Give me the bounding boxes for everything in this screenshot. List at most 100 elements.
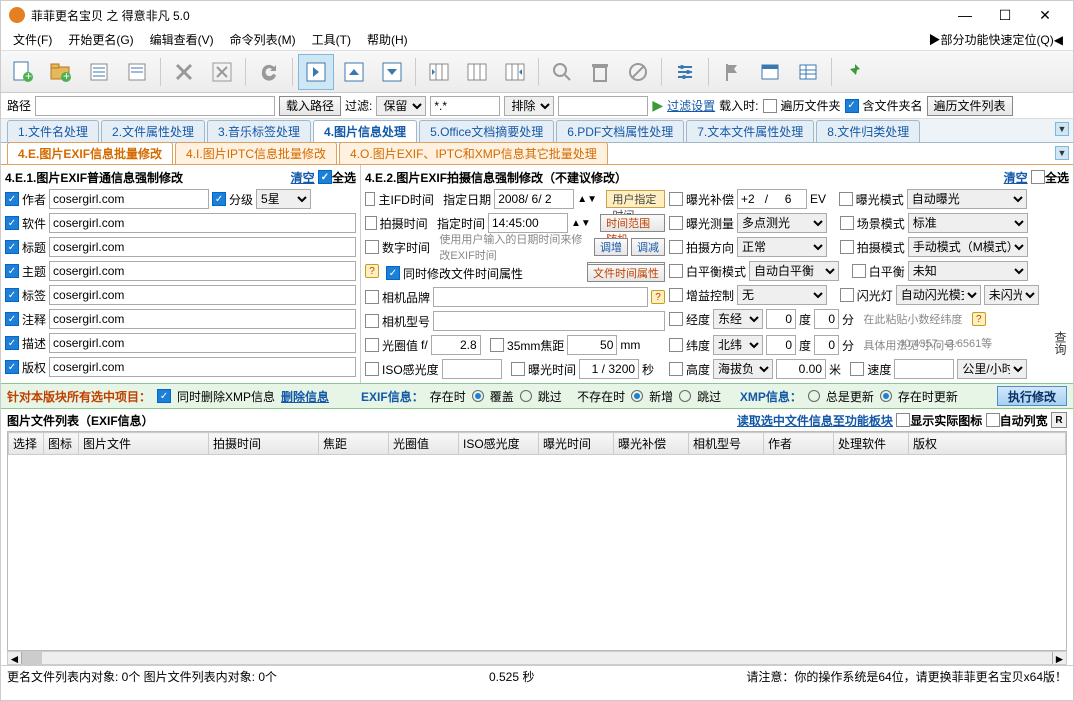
- search-icon[interactable]: [544, 54, 580, 90]
- arrow-right-box-icon[interactable]: [298, 54, 334, 90]
- brand-input[interactable]: [433, 287, 648, 307]
- autowidth-check[interactable]: [986, 413, 1000, 427]
- left-clear[interactable]: 清空: [291, 169, 315, 186]
- menu-start[interactable]: 开始更名(G): [60, 31, 141, 48]
- left-selall-check[interactable]: ✓: [318, 170, 332, 184]
- exclude-input[interactable]: [558, 96, 648, 116]
- add-file-icon[interactable]: +: [5, 54, 41, 90]
- gain-select[interactable]: 无: [737, 285, 827, 305]
- exif-overwrite-radio[interactable]: [472, 390, 484, 402]
- brand-check[interactable]: [365, 290, 379, 304]
- scene-check[interactable]: [840, 216, 854, 230]
- lon-deg-input[interactable]: [766, 309, 796, 329]
- close-button[interactable]: ✕: [1025, 1, 1065, 29]
- meter-check[interactable]: [669, 216, 683, 230]
- menu-tool[interactable]: 工具(T): [304, 31, 359, 48]
- tab-classify[interactable]: 8.文件归类处理: [816, 120, 920, 142]
- inc-button[interactable]: 调增: [594, 238, 628, 256]
- xmp-exist-radio[interactable]: [880, 390, 892, 402]
- col-aperture[interactable]: 光圈值: [389, 433, 459, 455]
- flash-check[interactable]: [840, 288, 854, 302]
- menu-quick-locate[interactable]: ▶部分功能快速定位(Q)◀: [928, 31, 1069, 48]
- expcomp-input[interactable]: [737, 189, 807, 209]
- comment-check[interactable]: ✓: [5, 312, 19, 326]
- alt-input[interactable]: [776, 359, 826, 379]
- tag-input[interactable]: [49, 285, 356, 305]
- tab-office[interactable]: 5.Office文档摘要处理: [419, 120, 554, 142]
- maximize-button[interactable]: ☐: [985, 1, 1025, 29]
- wb-select[interactable]: 未知: [908, 261, 1028, 281]
- list2-icon[interactable]: [119, 54, 155, 90]
- x-box-icon[interactable]: [204, 54, 240, 90]
- tab-image[interactable]: 4.图片信息处理: [313, 120, 417, 142]
- go-icon[interactable]: ▶: [652, 97, 663, 114]
- alt-select[interactable]: 海拔负: [713, 359, 773, 379]
- tab-fileattr[interactable]: 2.文件属性处理: [101, 120, 205, 142]
- col-exp[interactable]: 曝光时间: [539, 433, 614, 455]
- shootmode-check[interactable]: [840, 240, 854, 254]
- col-right-icon[interactable]: [497, 54, 533, 90]
- col-copyright[interactable]: 版权: [909, 433, 1066, 455]
- author-input[interactable]: [49, 189, 209, 209]
- menu-file[interactable]: 文件(F): [5, 31, 60, 48]
- exptime-input[interactable]: [579, 359, 639, 379]
- aperture-input[interactable]: [431, 335, 481, 355]
- gain-check[interactable]: [669, 288, 683, 302]
- lat-dir[interactable]: 北纬: [713, 335, 763, 355]
- title-input[interactable]: [49, 237, 356, 257]
- tab-music[interactable]: 3.音乐标签处理: [207, 120, 311, 142]
- meter-select[interactable]: 多点测光: [737, 213, 827, 233]
- user-time-button[interactable]: 用户指定时间: [606, 190, 665, 208]
- pin-icon[interactable]: [837, 54, 873, 90]
- col-select[interactable]: 选择: [9, 433, 44, 455]
- query-label[interactable]: 查询: [1052, 331, 1069, 355]
- x-gray-icon[interactable]: [166, 54, 202, 90]
- iso-input[interactable]: [442, 359, 502, 379]
- exif-add-radio[interactable]: [631, 390, 643, 402]
- focal-input[interactable]: [567, 335, 617, 355]
- read-info-link[interactable]: 读取选中文件信息至功能板块: [737, 412, 893, 429]
- h-scrollbar[interactable]: ◄►: [7, 651, 1067, 665]
- author-check[interactable]: ✓: [5, 192, 19, 206]
- flash-select[interactable]: 自动闪光模式: [896, 285, 981, 305]
- exptime-check[interactable]: [511, 362, 525, 376]
- range-rand-button[interactable]: 时间范围随机: [600, 214, 665, 232]
- list-icon[interactable]: [81, 54, 117, 90]
- col-icon[interactable]: 图标: [44, 433, 79, 455]
- right-selall-check[interactable]: ✓: [1031, 170, 1045, 184]
- dec-button[interactable]: 调减: [631, 238, 665, 256]
- sametime-check[interactable]: ✓: [386, 266, 400, 280]
- orient-check[interactable]: [669, 240, 683, 254]
- file-table[interactable]: 选择 图标 图片文件 拍摄时间 焦距 光圈值 ISO感光度 曝光时间 曝光补偿 …: [7, 431, 1067, 651]
- col-author[interactable]: 作者: [764, 433, 834, 455]
- menu-help[interactable]: 帮助(H): [359, 31, 416, 48]
- lat-deg-input[interactable]: [766, 335, 796, 355]
- col-file[interactable]: 图片文件: [79, 433, 209, 455]
- shottime-check[interactable]: [365, 216, 377, 230]
- lon-check[interactable]: [669, 312, 683, 326]
- digittime-check[interactable]: [365, 240, 379, 254]
- keep-pattern-input[interactable]: [430, 96, 500, 116]
- col-model[interactable]: 相机型号: [689, 433, 764, 455]
- tab-pdf[interactable]: 6.PDF文档属性处理: [556, 120, 684, 142]
- del-info-link[interactable]: 删除信息: [281, 388, 329, 405]
- lat-check[interactable]: [669, 338, 683, 352]
- keep-select[interactable]: 保留: [376, 96, 426, 116]
- arrow-up-box-icon[interactable]: [336, 54, 372, 90]
- tag-check[interactable]: ✓: [5, 288, 19, 302]
- shootmode-select[interactable]: 手动模式（M模式）: [908, 237, 1028, 257]
- col-mid-icon[interactable]: [459, 54, 495, 90]
- filter-settings-link[interactable]: 过滤设置: [667, 97, 715, 114]
- alt-check[interactable]: [669, 362, 683, 376]
- trash-icon[interactable]: [582, 54, 618, 90]
- gps-help-icon[interactable]: ?: [972, 312, 986, 326]
- right-clear[interactable]: 清空: [1004, 169, 1028, 186]
- traverse-files-check[interactable]: ✓: [763, 99, 777, 113]
- tab-filename[interactable]: 1.文件名处理: [7, 120, 99, 142]
- tab-text[interactable]: 7.文本文件属性处理: [686, 120, 814, 142]
- wbmode-select[interactable]: 自动白平衡: [749, 261, 839, 281]
- brand-help-icon[interactable]: ?: [651, 290, 665, 304]
- path-input[interactable]: [35, 96, 275, 116]
- add-folder-icon[interactable]: +: [43, 54, 79, 90]
- lat-min-input[interactable]: [814, 335, 839, 355]
